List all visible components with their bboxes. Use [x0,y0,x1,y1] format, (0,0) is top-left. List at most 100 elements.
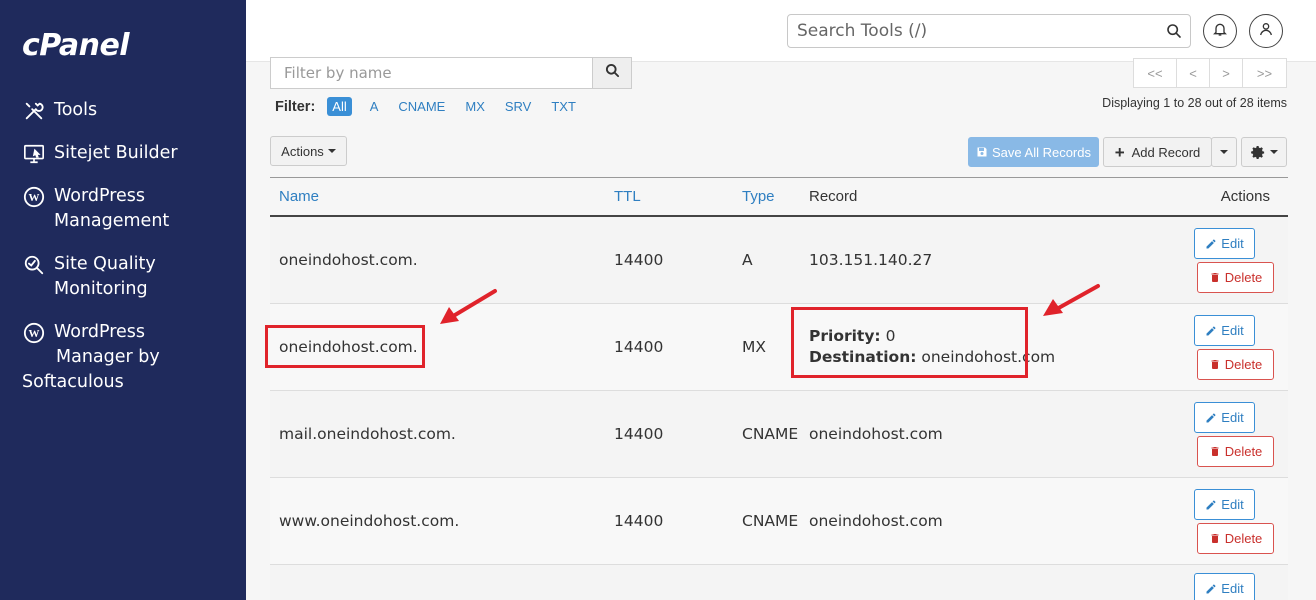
pencil-icon [1205,412,1221,424]
edit-button[interactable]: Edit [1194,402,1255,433]
trash-icon [1209,358,1225,371]
table-header: Name TTL Type Record Actions [270,177,1288,217]
notifications-button[interactable] [1203,14,1237,48]
sidebar-item-label: Monitoring [54,279,148,299]
table-row: www.oneindohost.com. 14400 CNAME oneindo… [270,478,1288,565]
delete-button[interactable]: Delete [1197,523,1274,554]
highlight-box-record [791,307,1028,378]
sidebar-item-site-quality[interactable]: Site Quality Monitoring [0,252,246,302]
edit-button[interactable]: Edit [1194,228,1255,259]
user-account-button[interactable] [1249,14,1283,48]
record-type: A [742,251,753,269]
search-icon [605,63,620,83]
last-page-button[interactable]: >> [1242,58,1287,88]
sidebar-item-label: Site Quality [54,254,156,274]
add-record-button[interactable]: + Add Record [1103,137,1212,167]
save-all-records-button[interactable]: Save All Records [968,137,1099,167]
trash-icon [1209,445,1225,458]
dns-records-table: Name TTL Type Record Actions oneindohost… [270,177,1288,600]
add-label: Add Record [1131,144,1201,160]
trash-icon [1209,532,1225,545]
sidebar-item-label: WordPress [54,186,146,206]
plus-icon: + [1114,142,1125,162]
actions-dropdown-button[interactable]: Actions [270,136,347,166]
edit-label: Edit [1221,581,1244,596]
display-count: Displaying 1 to 28 out of 28 items [1102,96,1287,110]
edit-button[interactable]: Edit [1194,489,1255,520]
record-type: CNAME [742,512,799,530]
delete-button[interactable]: Delete [1197,436,1274,467]
bell-icon [1212,21,1228,42]
filter-srv[interactable]: SRV [505,99,532,114]
user-icon [1258,21,1274,42]
search-tools-box[interactable] [787,14,1191,48]
sidebar-item-tools[interactable]: Tools [0,98,246,123]
settings-dropdown-button[interactable] [1241,137,1287,167]
prev-page-button[interactable]: < [1176,58,1210,88]
sidebar-item-wordpress-softaculous[interactable]: W WordPress Manager by Softaculous [0,320,246,395]
wordpress-icon: W [22,321,46,345]
top-header [246,0,1316,62]
caret-down-icon [327,149,336,153]
table-row: oneindohost.com. 14400 A 103.151.140.27 … [270,217,1288,304]
edit-label: Edit [1221,497,1244,512]
record-value: oneindohost.com [809,512,943,530]
pencil-icon [1205,325,1221,337]
pencil-icon [1205,499,1221,511]
table-row: Edit [270,565,1288,600]
filter-mx[interactable]: MX [465,99,485,114]
filter-search-button[interactable] [592,57,632,89]
search-icon[interactable] [1158,23,1190,39]
delete-button[interactable]: Delete [1197,349,1274,380]
filter-name-box[interactable] [270,57,593,89]
caret-down-icon [1269,150,1278,154]
search-tools-input[interactable] [788,16,1158,46]
delete-button[interactable]: Delete [1197,262,1274,293]
sidebar-item-label: WordPress [54,322,146,342]
gear-icon [1250,145,1266,160]
record-ttl: 14400 [614,512,664,530]
sidebar-item-sitejet[interactable]: Sitejet Builder [0,141,246,166]
filter-all[interactable]: All [327,97,352,116]
sidebar: cPanel Tools Sitejet Builder W WordPress… [0,0,246,600]
delete-label: Delete [1224,357,1263,372]
cpanel-logo[interactable]: cPanel [22,28,130,63]
sidebar-item-label: Management [54,211,170,231]
edit-button[interactable]: Edit [1194,573,1255,600]
record-ttl: 14400 [614,425,664,443]
sidebar-item-wordpress-management[interactable]: W WordPress Management [0,184,246,234]
sidebar-item-label: Tools [54,100,98,120]
filter-a[interactable]: A [370,99,379,114]
edit-button[interactable]: Edit [1194,315,1255,346]
edit-label: Edit [1221,323,1244,338]
svg-text:W: W [29,328,40,340]
filter-type-row: Filter: All A CNAME MX SRV TXT [275,97,596,116]
first-page-button[interactable]: << [1133,58,1177,88]
next-page-button[interactable]: > [1209,58,1243,88]
col-name-header[interactable]: Name [279,188,319,205]
filter-label: Filter: [275,98,316,115]
filter-cname[interactable]: CNAME [398,99,445,114]
col-type-header[interactable]: Type [742,188,775,205]
save-label: Save All Records [992,144,1091,160]
tools-icon [22,99,46,123]
record-name: oneindohost.com. [279,251,418,269]
trash-icon [1209,271,1225,284]
svg-text:W: W [29,192,40,204]
edit-label: Edit [1221,410,1244,425]
record-type: CNAME [742,425,799,443]
delete-label: Delete [1224,444,1263,459]
record-name: www.oneindohost.com. [279,512,460,530]
sidebar-item-label: Sitejet Builder [54,143,178,163]
filter-name-input[interactable] [271,59,592,87]
filter-txt[interactable]: TXT [551,99,576,114]
col-ttl-header[interactable]: TTL [614,188,641,205]
red-arrow-icon [1043,284,1100,316]
record-value: oneindohost.com [809,425,943,443]
record-name: mail.oneindohost.com. [279,425,456,443]
delete-label: Delete [1224,270,1263,285]
wordpress-icon: W [22,185,46,209]
record-ttl: 14400 [614,338,664,356]
add-record-dropdown-button[interactable] [1211,137,1237,167]
caret-down-icon [1220,150,1228,154]
